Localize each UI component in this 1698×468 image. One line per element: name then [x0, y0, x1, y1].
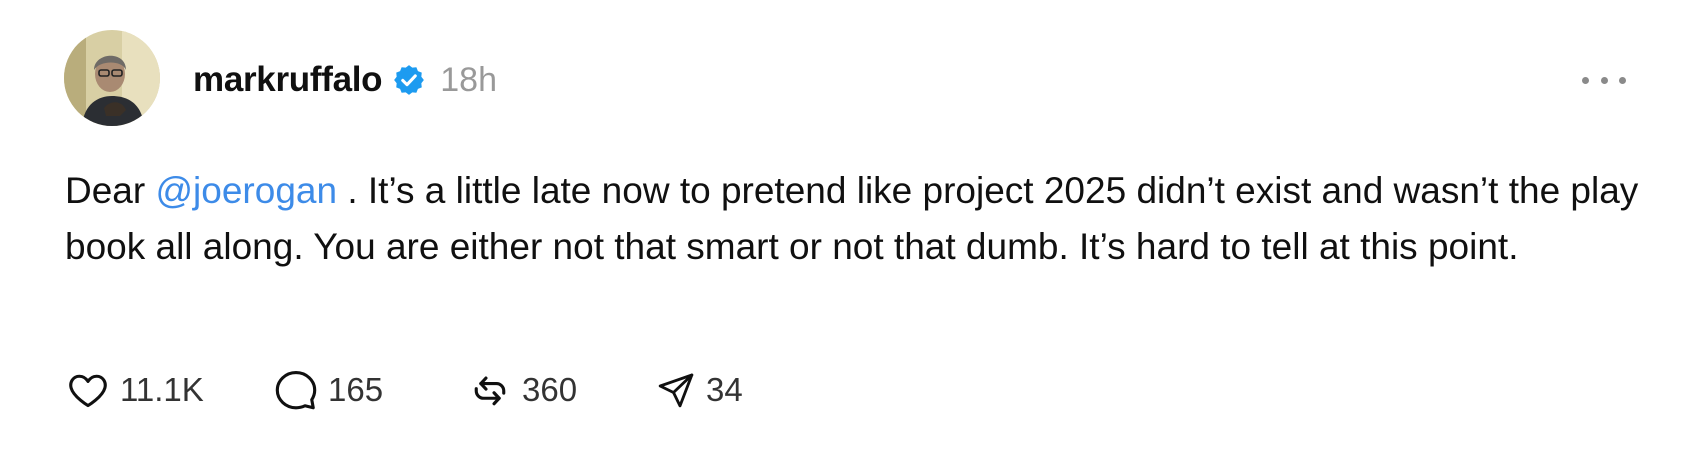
username[interactable]: markruffalo	[193, 60, 383, 100]
more-horizontal-icon	[1600, 76, 1608, 84]
post-actions: 11.1K 165 360 34	[66, 368, 743, 412]
reply-count: 165	[328, 371, 384, 408]
post-header: markruffalo 18h	[193, 56, 497, 104]
repost-arrows-icon	[474, 376, 506, 406]
avatar[interactable]	[64, 30, 160, 126]
post-text-prefix: Dear	[65, 170, 156, 211]
post-text: Dear @joerogan . It’s a little late now …	[65, 163, 1645, 275]
like-count: 11.1K	[120, 371, 204, 408]
share-button[interactable]: 34	[656, 370, 743, 410]
profile-photo	[64, 30, 160, 126]
timestamp[interactable]: 18h	[440, 61, 497, 100]
reply-button[interactable]: 165	[274, 368, 468, 412]
mention-link[interactable]: @joerogan	[155, 170, 337, 211]
verified-badge-icon	[392, 63, 426, 97]
more-options-button[interactable]	[1582, 66, 1626, 94]
repost-count: 360	[522, 371, 578, 408]
like-button[interactable]: 11.1K	[66, 368, 274, 412]
send-plane-icon	[658, 373, 694, 408]
more-horizontal-icon	[1582, 76, 1589, 84]
speech-bubble-icon	[275, 371, 317, 410]
repost-button[interactable]: 360	[468, 368, 656, 412]
share-count: 34	[706, 371, 743, 408]
thread-post: markruffalo 18h Dear @joerogan . It’s a …	[0, 0, 1698, 468]
heart-icon	[69, 374, 107, 408]
more-horizontal-icon	[1619, 76, 1626, 84]
